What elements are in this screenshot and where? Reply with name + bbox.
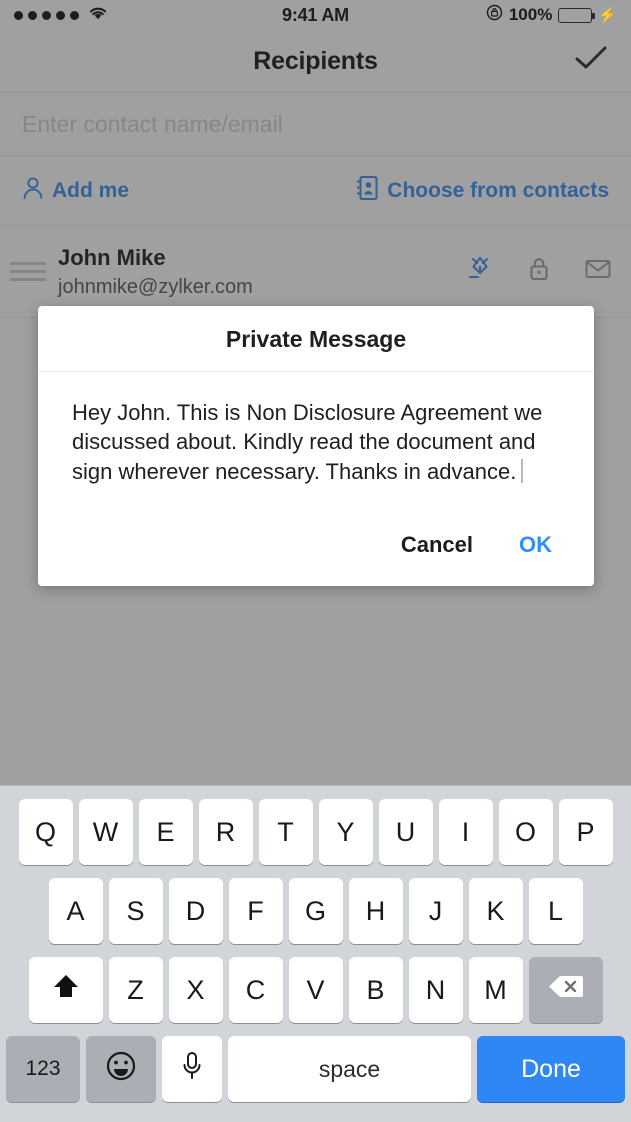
backspace-icon xyxy=(548,973,584,1007)
key-S[interactable]: S xyxy=(109,878,163,944)
battery-cap xyxy=(592,13,595,19)
key-P[interactable]: P xyxy=(559,799,613,865)
key-H[interactable]: H xyxy=(349,878,403,944)
microphone-key[interactable] xyxy=(162,1036,222,1102)
key-W[interactable]: W xyxy=(79,799,133,865)
key-X[interactable]: X xyxy=(169,957,223,1023)
done-key[interactable]: Done xyxy=(477,1036,625,1102)
backspace-key[interactable] xyxy=(529,957,603,1023)
dialog-message-text: Hey John. This is Non Disclosure Agreeme… xyxy=(72,400,542,484)
key-M[interactable]: M xyxy=(469,957,523,1023)
key-G[interactable]: G xyxy=(289,878,343,944)
space-key[interactable]: space xyxy=(228,1036,471,1102)
keyboard-row-3: Z X C V B N M xyxy=(0,957,631,1023)
key-T[interactable]: T xyxy=(259,799,313,865)
key-D[interactable]: D xyxy=(169,878,223,944)
on-screen-keyboard: Q W E R T Y U I O P A S D F G H J K L xyxy=(0,785,631,1122)
shift-arrow-icon xyxy=(52,972,80,1009)
emoji-key[interactable] xyxy=(86,1036,156,1102)
shift-key[interactable] xyxy=(29,957,103,1023)
cancel-button[interactable]: Cancel xyxy=(401,532,473,558)
key-A[interactable]: A xyxy=(49,878,103,944)
dialog-body[interactable]: Hey John. This is Non Disclosure Agreeme… xyxy=(38,372,594,498)
keyboard-row-2: A S D F G H J K L xyxy=(0,878,631,944)
key-B[interactable]: B xyxy=(349,957,403,1023)
emoji-smiley-icon xyxy=(105,1050,137,1089)
key-K[interactable]: K xyxy=(469,878,523,944)
dialog-action-row: Cancel OK xyxy=(38,498,594,586)
rotation-lock-icon xyxy=(486,4,503,26)
lightning-bolt-icon: ⚡ xyxy=(598,8,617,23)
key-V[interactable]: V xyxy=(289,957,343,1023)
key-J[interactable]: J xyxy=(409,878,463,944)
key-I[interactable]: I xyxy=(439,799,493,865)
text-cursor xyxy=(521,459,523,483)
key-U[interactable]: U xyxy=(379,799,433,865)
keyboard-row-4: 123 xyxy=(0,1036,631,1102)
dialog-title: Private Message xyxy=(38,306,594,372)
key-N[interactable]: N xyxy=(409,957,463,1023)
app-content-layer: 9:41 AM 100% ⚡ Recipients xyxy=(0,0,631,785)
microphone-icon xyxy=(181,1050,203,1089)
key-C[interactable]: C xyxy=(229,957,283,1023)
phone-screen: 9:41 AM 100% ⚡ Recipients xyxy=(0,0,631,1122)
key-E[interactable]: E xyxy=(139,799,193,865)
status-bar-right: 100% ⚡ xyxy=(486,4,617,26)
key-Q[interactable]: Q xyxy=(19,799,73,865)
ok-button[interactable]: OK xyxy=(519,532,552,558)
numbers-key[interactable]: 123 xyxy=(6,1036,80,1102)
key-O[interactable]: O xyxy=(499,799,553,865)
key-F[interactable]: F xyxy=(229,878,283,944)
key-L[interactable]: L xyxy=(529,878,583,944)
key-Z[interactable]: Z xyxy=(109,957,163,1023)
keyboard-row-1: Q W E R T Y U I O P xyxy=(0,799,631,865)
battery-icon xyxy=(558,8,592,23)
key-R[interactable]: R xyxy=(199,799,253,865)
key-Y[interactable]: Y xyxy=(319,799,373,865)
battery-percent-label: 100% xyxy=(509,5,552,25)
private-message-dialog: Private Message Hey John. This is Non Di… xyxy=(38,306,594,586)
